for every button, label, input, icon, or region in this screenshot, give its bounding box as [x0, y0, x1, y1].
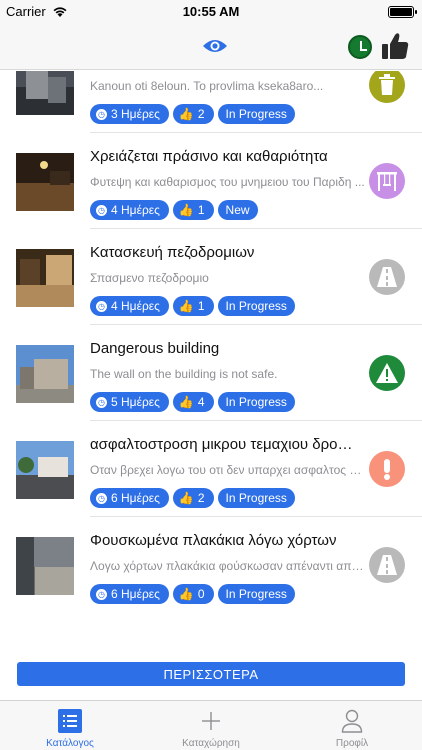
battery-icon: [388, 6, 417, 18]
days-label: 4 Ημέρες: [111, 203, 160, 217]
status-badge: In Progress: [217, 584, 295, 604]
report-description: Φυτεψη και καθαρισμος του μνημειου του Π…: [90, 175, 365, 189]
tab-label: Καταχώρηση: [182, 738, 240, 749]
tab-new-report[interactable]: Καταχώρηση: [141, 701, 281, 750]
clock-icon[interactable]: [348, 35, 372, 59]
trash-bin-icon: [369, 71, 405, 103]
tab-catalog[interactable]: Κατάλογος: [0, 701, 140, 750]
days-label: 4 Ημέρες: [111, 299, 160, 313]
days-label: 6 Ημέρες: [111, 587, 160, 601]
report-chips: ◷ 4 Ημέρες 👍 1 In Progress: [90, 296, 295, 316]
thumbs-up-icon[interactable]: [380, 31, 410, 61]
thumbs-up-small-icon: 👍: [178, 107, 194, 121]
report-title: Κατασκευή πεζοδρομιων: [90, 244, 255, 261]
report-title: Χρειάζεται πράσινο και καθαριότητα: [90, 148, 328, 165]
warning-icon: [369, 355, 405, 391]
report-description: Σπασμενο πεζοδρομιο: [90, 271, 209, 285]
swing-playground-icon: [369, 163, 405, 199]
list-icon: [58, 709, 82, 733]
likes-count: 1: [197, 203, 205, 217]
likes-count: 4: [197, 395, 205, 409]
likes-badge: 👍 0: [172, 584, 214, 604]
days-badge: ◷ 3 Ημέρες: [90, 104, 169, 124]
report-thumbnail: [16, 71, 74, 115]
days-label: 3 Ημέρες: [111, 107, 160, 121]
thumbs-up-small-icon: 👍: [178, 491, 194, 505]
road-icon: [369, 547, 405, 583]
road-icon: [369, 259, 405, 295]
likes-badge: 👍 2: [172, 104, 214, 124]
days-badge: ◷ 5 Ημέρες: [90, 392, 169, 412]
likes-badge: 👍 4: [172, 392, 214, 412]
days-badge: ◷ 4 Ημέρες: [90, 296, 169, 316]
report-row[interactable]: ασφαλτοστρoση μικρου τεμαχιου δρομου... …: [0, 421, 422, 517]
tab-label: Κατάλογος: [46, 738, 94, 749]
plus-icon: [199, 709, 223, 733]
status-badge: In Progress: [217, 296, 295, 316]
likes-badge: 👍 1: [172, 296, 214, 316]
status-badge: In Progress: [217, 488, 295, 508]
report-title: Φουσκωμένα πλακάκια λόγω χόρτων: [90, 532, 337, 549]
status-time: 10:55 AM: [182, 4, 240, 19]
report-row[interactable]: Kanoun oti 8eloun. To provlima kseka8aro…: [0, 71, 422, 133]
report-thumbnail: [16, 249, 74, 307]
report-row[interactable]: Χρειάζεται πράσινο και καθαριότητα Φυτεψ…: [0, 133, 422, 229]
eye-icon[interactable]: [202, 37, 228, 55]
report-row[interactable]: Φουσκωμένα πλακάκια λόγω χόρτων Λογω χόρ…: [0, 517, 422, 611]
report-chips: ◷ 6 Ημέρες 👍 0 In Progress: [90, 584, 295, 604]
report-thumbnail: [16, 345, 74, 403]
report-list[interactable]: Kanoun oti 8eloun. To provlima kseka8aro…: [0, 71, 422, 611]
status-badge: In Progress: [217, 104, 295, 124]
report-description: The wall on the building is not safe.: [90, 367, 278, 381]
days-badge: ◷ 4 Ημέρες: [90, 200, 169, 220]
report-chips: ◷ 5 Ημέρες 👍 4 In Progress: [90, 392, 295, 412]
likes-badge: 👍 1: [172, 200, 214, 220]
clock-small-icon: ◷: [96, 588, 107, 600]
report-description: Οταν βρεχει λογω του οτι δεν υπαρχει ασφ…: [90, 463, 365, 477]
days-badge: ◷ 6 Ημέρες: [90, 488, 169, 508]
likes-count: 2: [197, 107, 205, 121]
thumbs-up-small-icon: 👍: [178, 299, 194, 313]
report-row[interactable]: Κατασκευή πεζοδρομιων Σπασμενο πεζοδρομι…: [0, 229, 422, 325]
thumbs-up-small-icon: 👍: [178, 587, 194, 601]
days-badge: ◷ 6 Ημέρες: [90, 584, 169, 604]
status-badge: In Progress: [217, 392, 295, 412]
likes-badge: 👍 2: [172, 488, 214, 508]
likes-count: 0: [197, 587, 205, 601]
days-label: 6 Ημέρες: [111, 491, 160, 505]
tab-profile[interactable]: Προφίλ: [282, 701, 422, 750]
days-label: 5 Ημέρες: [111, 395, 160, 409]
clock-small-icon: ◷: [96, 300, 107, 312]
report-title: Dangerous building: [90, 340, 220, 357]
report-title: ασφαλτοστρoση μικρου τεμαχιου δρομου...: [90, 436, 360, 453]
more-button[interactable]: ΠΕΡΙΣΣΟΤΕΡΑ: [17, 662, 405, 686]
tab-bar: Κατάλογος Καταχώρηση Προφίλ: [0, 700, 422, 750]
person-icon: [340, 709, 364, 733]
exclamation-icon: [369, 451, 405, 487]
report-chips: ◷ 6 Ημέρες 👍 2 In Progress: [90, 488, 295, 508]
navigation-bar: [0, 24, 422, 70]
report-thumbnail: [16, 441, 74, 499]
report-chips: ◷ 3 Ημέρες 👍 2 In Progress: [90, 104, 295, 124]
status-badge: New: [217, 200, 258, 220]
clock-small-icon: ◷: [96, 108, 107, 120]
report-chips: ◷ 4 Ημέρες 👍 1 New: [90, 200, 258, 220]
clock-small-icon: ◷: [96, 204, 107, 216]
thumbs-up-small-icon: 👍: [178, 203, 194, 217]
status-bar: Carrier 10:55 AM: [0, 0, 422, 24]
report-description: Λογω χόρτων πλακάκια φούσκωσαν απέναντι …: [90, 559, 365, 573]
report-row[interactable]: Dangerous building The wall on the build…: [0, 325, 422, 421]
report-thumbnail: [16, 153, 74, 211]
clock-small-icon: ◷: [96, 396, 107, 408]
report-description: Kanoun oti 8eloun. To provlima kseka8aro…: [90, 79, 324, 93]
likes-count: 2: [197, 491, 205, 505]
likes-count: 1: [197, 299, 205, 313]
clock-small-icon: ◷: [96, 492, 107, 504]
report-thumbnail: [16, 537, 74, 595]
thumbs-up-small-icon: 👍: [178, 395, 194, 409]
tab-label: Προφίλ: [335, 738, 369, 749]
